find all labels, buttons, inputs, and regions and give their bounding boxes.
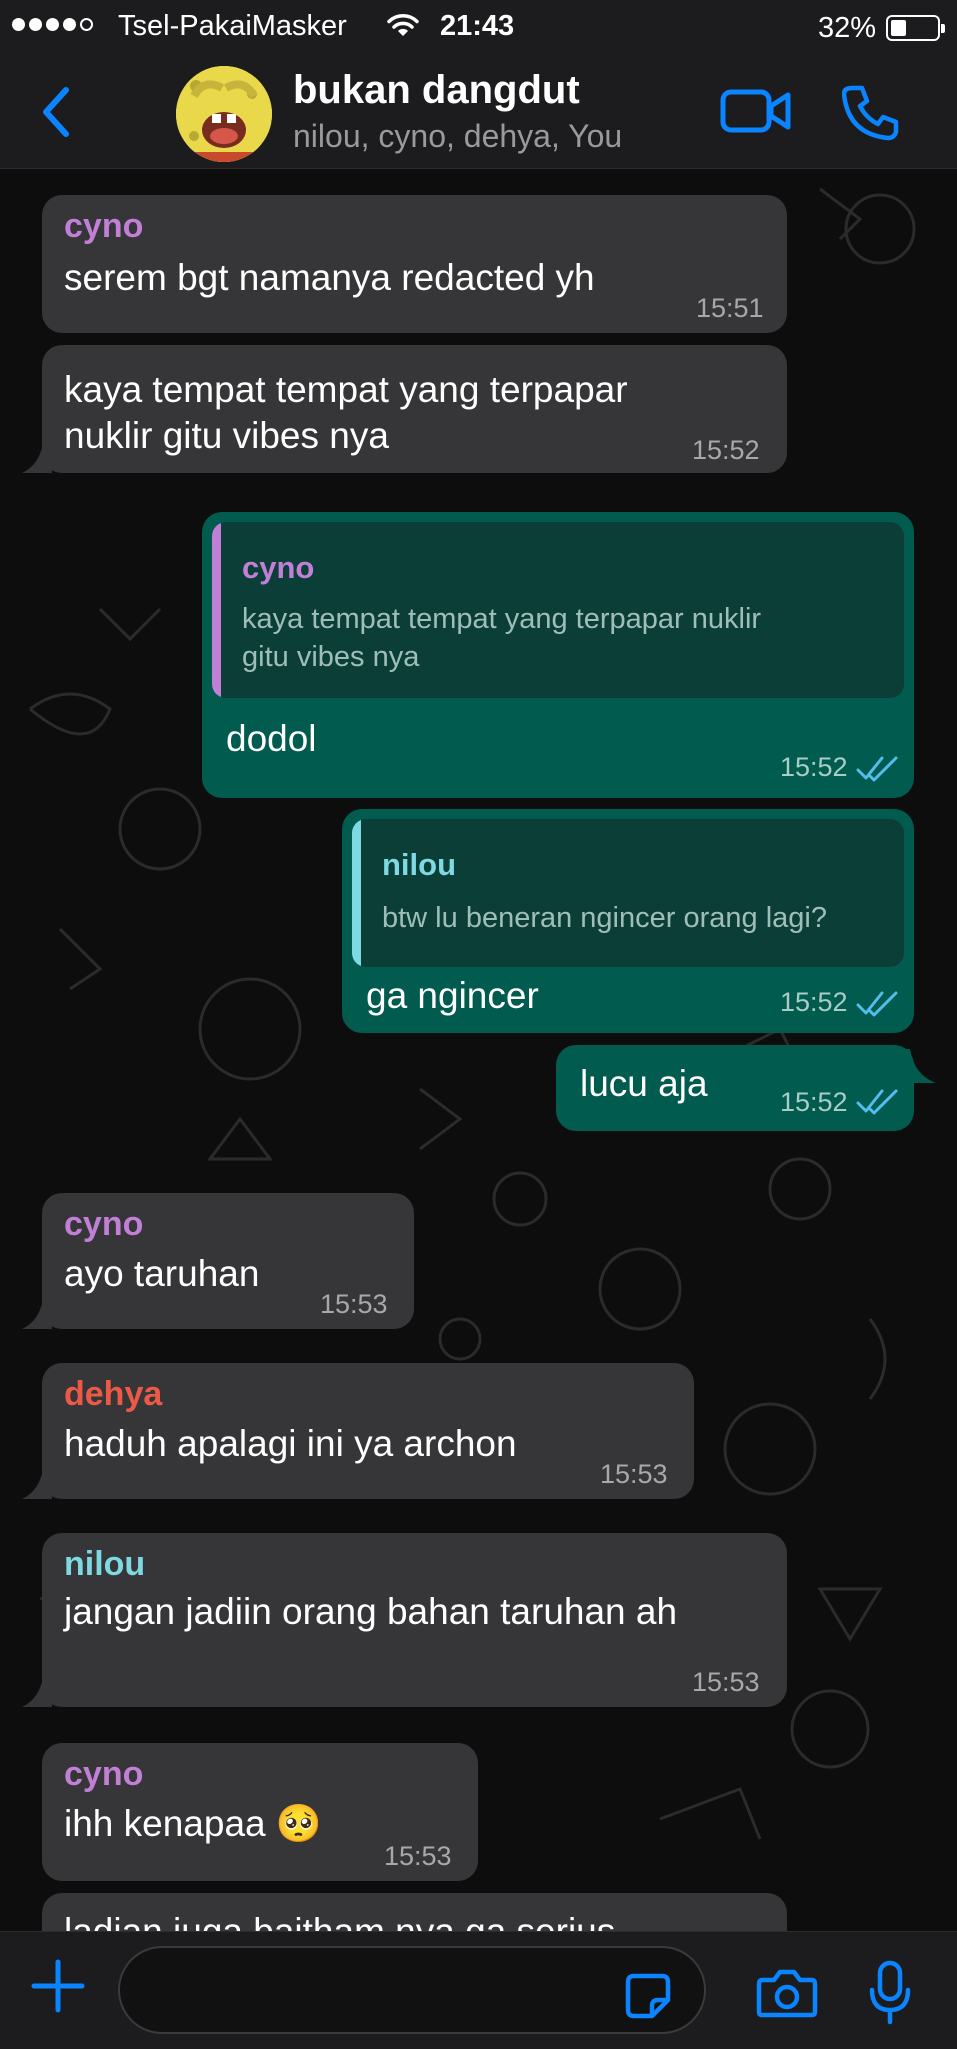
message-text: ladian juga baitham nya ga serius [64,1909,615,1931]
message-text: jangan jadiin orang bahan taruhan ah [64,1591,678,1632]
message-time: 15:53 [384,1841,452,1871]
message-bubble-outgoing[interactable]: lucu aja 15:52 [556,1045,914,1131]
message-time: 15:53 [320,1289,388,1319]
chat-title[interactable]: bukan dangdut [293,68,580,113]
message-time: 15:52 [780,752,848,782]
message-bubble[interactable]: cyno serem bgt namanya redacted yh 15:51 [42,195,787,333]
sender-name: cyno [64,1755,144,1793]
attach-plus-icon[interactable] [30,1958,86,2019]
sender-name: cyno [64,207,144,245]
message-text: ga ngincer [366,975,539,1016]
message-input[interactable] [118,1946,706,2034]
wifi-icon [386,12,420,45]
sender-name: cyno [64,1205,144,1243]
quoted-text: gitu vibes nya [242,641,420,673]
message-time: 15:53 [692,1667,760,1697]
message-text: serem bgt namanya redacted yh [64,257,595,298]
chat-participants[interactable]: nilou, cyno, dehya, You [293,118,622,155]
message-bubble-outgoing[interactable]: cyno kaya tempat tempat yang terpapar nu… [202,512,914,798]
video-call-icon[interactable] [720,86,792,141]
carrier-name: Tsel-PakaiMasker [118,10,347,42]
message-bubble[interactable]: nilou jangan jadiin orang bahan taruhan … [42,1533,787,1707]
message-bubble[interactable]: kaya tempat tempat yang terpapar nuklir … [42,345,787,473]
read-receipt-icon [856,756,898,782]
sender-name: nilou [64,1545,146,1583]
voice-call-icon[interactable] [841,82,902,147]
back-chevron-icon[interactable] [36,84,76,145]
battery-icon [886,15,945,41]
message-bubble[interactable]: dehya haduh apalagi ini ya archon 15:53 [42,1363,694,1499]
sticker-icon[interactable] [624,1972,672,2025]
message-time: 15:52 [780,1087,848,1117]
message-text: nuklir gitu vibes nya [64,415,389,456]
message-text: dodol [226,718,317,759]
message-text: ayo taruhan [64,1253,260,1294]
message-text: haduh apalagi ini ya archon [64,1423,517,1464]
quoted-sender: cyno [242,550,315,585]
quoted-text: kaya tempat tempat yang terpapar nuklir [242,603,762,635]
clock: 21:43 [440,10,515,42]
message-time: 15:53 [600,1459,668,1489]
status-bar: Tsel-PakaiMasker 21:43 32% [0,0,957,56]
quoted-sender: nilou [382,847,457,882]
group-avatar[interactable] [176,66,272,162]
message-list[interactable]: cyno serem bgt namanya redacted yh 15:51… [0,169,957,1931]
composer-bar [0,1931,957,2049]
message-time: 15:52 [692,435,760,465]
message-text: ihh kenapaa 🥺 [64,1803,322,1844]
signal-strength-icon [12,18,93,31]
sender-name: dehya [64,1375,163,1413]
microphone-icon[interactable] [868,1960,912,2031]
camera-icon[interactable] [756,1968,818,2023]
quoted-text: btw lu beneran ngincer orang lagi? [382,902,827,934]
message-text: lucu aja [580,1063,708,1104]
message-bubble[interactable]: ladian juga baitham nya ga serius [42,1893,787,1931]
message-text: kaya tempat tempat yang terpapar [64,369,628,410]
message-bubble[interactable]: cyno ihh kenapaa 🥺 15:53 [42,1743,478,1881]
message-bubble[interactable]: cyno ayo taruhan 15:53 [42,1193,414,1329]
quoted-message[interactable]: nilou btw lu beneran ngincer orang lagi? [352,819,904,967]
quoted-message[interactable]: cyno kaya tempat tempat yang terpapar nu… [212,522,904,698]
read-receipt-icon [856,1089,898,1115]
battery-percent: 32% [818,12,877,44]
message-time: 15:51 [696,293,764,323]
message-bubble-outgoing[interactable]: nilou btw lu beneran ngincer orang lagi?… [342,809,914,1033]
chat-header: bukan dangdut nilou, cyno, dehya, You [0,56,957,169]
read-receipt-icon [856,991,898,1017]
message-time: 15:52 [780,987,848,1017]
